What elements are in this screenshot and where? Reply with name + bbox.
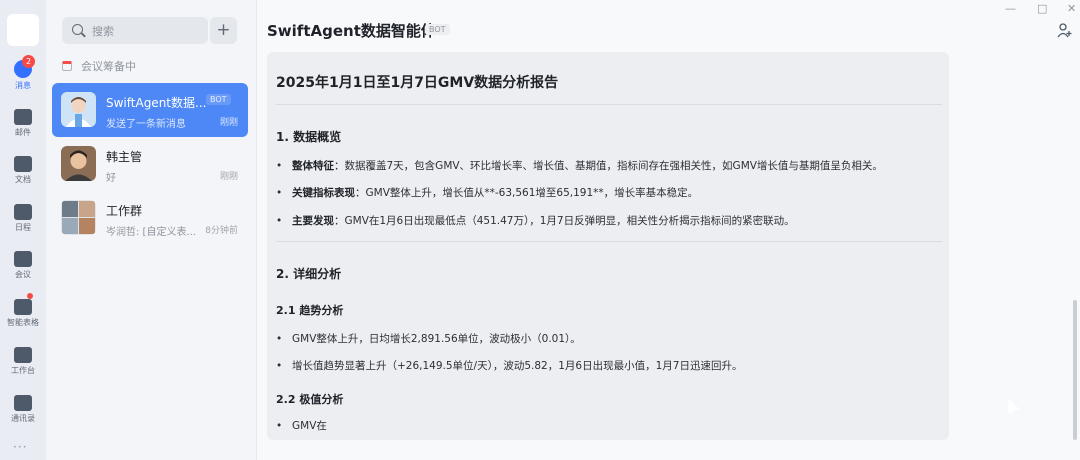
report-message-card: 2025年1月1日至1月7日GMV数据分析报告 1. 数据概览 整体特征：数据覆… (267, 52, 949, 440)
calendar-icon (62, 61, 72, 71)
bot-avatar (61, 92, 96, 127)
bullet-item: 增长值趋势显著上升（+26,149.5单位/天），波动5.82，1月6日出现最小… (276, 358, 742, 373)
maximize-button[interactable]: □ (1037, 2, 1047, 15)
subsection-heading: 2.2 极值分析 (276, 393, 344, 406)
more-icon[interactable]: ··· (13, 440, 27, 454)
bullet-item: 关键指标表现：GMV整体上升，增长值从**-63,561增至65,191**，增… (276, 185, 698, 200)
conversation-item-manager[interactable]: 韩主管 好 刚刚 (52, 137, 248, 191)
bullet-item: GMV在 (276, 418, 327, 433)
conversation-time: 刚刚 (219, 118, 238, 128)
left-nav-rail: 消息 2 邮件 文档 日程 会议 智能表格 工作台 通讯录 ··· (0, 0, 46, 460)
bullet-item: 主要发现：GMV在1月6日出现最低点（451.47万），1月7日反弹明显，相关性… (276, 213, 795, 228)
nav-calendar[interactable]: 日程 (0, 204, 46, 233)
divider (276, 104, 942, 105)
nav-docs-label: 文档 (15, 175, 31, 184)
nav-smart-table-label: 智能表格 (7, 318, 39, 327)
minimize-button[interactable]: — (1005, 2, 1016, 15)
conversation-list-panel: 搜索 + 会议筹备中 SwiftAgent数据... BOT 发送了一条新消息 … (46, 0, 256, 460)
conversation-name: 工作群 (106, 204, 143, 218)
nav-meeting[interactable]: 会议 (0, 251, 46, 280)
person-avatar (61, 146, 96, 181)
conversation-last-message: 好 (106, 173, 116, 184)
user-avatar[interactable] (7, 14, 39, 46)
scrollbar[interactable] (1073, 300, 1077, 440)
nav-workbench[interactable]: 工作台 (0, 347, 46, 376)
conversation-last-message: 岑润哲: [自定义表... (106, 227, 196, 238)
meeting-status-row[interactable]: 会议筹备中 (62, 58, 136, 74)
bullet-item: 整体特征：数据覆盖7天，包含GMV、环比增长率、增长值、基期值，指标间存在强相关… (276, 158, 883, 173)
smart-table-notification-dot (27, 293, 33, 299)
nav-contacts[interactable]: 通讯录 (0, 395, 46, 424)
chat-title: SwiftAgent数据智能体 (267, 22, 436, 40)
nav-meeting-label: 会议 (15, 270, 31, 279)
conversation-item-swiftagent[interactable]: SwiftAgent数据... BOT 发送了一条新消息 刚刚 (52, 83, 248, 137)
section-heading: 1. 数据概览 (276, 130, 342, 144)
search-placeholder: 搜索 (92, 25, 114, 38)
calendar-icon (14, 204, 32, 220)
bot-tag: BOT (425, 24, 450, 35)
search-icon (72, 24, 83, 35)
nav-workbench-label: 工作台 (11, 366, 35, 375)
chat-main-panel: SwiftAgent数据智能体 BOT — □ ✕ 2025年1月1日至1月7日… (256, 0, 1080, 460)
nav-docs[interactable]: 文档 (0, 156, 46, 185)
smart-table-icon (14, 299, 32, 315)
group-avatar (61, 200, 96, 235)
report-title: 2025年1月1日至1月7日GMV数据分析报告 (276, 75, 559, 91)
mouse-cursor-icon (1002, 396, 1020, 414)
document-icon (14, 156, 32, 172)
nav-calendar-label: 日程 (15, 223, 31, 232)
bot-tag: BOT (206, 94, 231, 105)
divider (276, 241, 942, 242)
search-input[interactable]: 搜索 (62, 17, 208, 44)
nav-mail[interactable]: 邮件 (0, 109, 46, 138)
bullet-item: GMV整体上升，日均增长2,891.56单位，波动极小（0.01）。 (276, 331, 581, 346)
conversation-last-message: 发送了一条新消息 (106, 119, 186, 130)
add-member-icon[interactable] (1057, 22, 1073, 38)
nav-mail-label: 邮件 (15, 128, 31, 137)
close-button[interactable]: ✕ (1067, 2, 1076, 15)
conversation-item-workgroup[interactable]: 工作群 岑润哲: [自定义表... 8分钟前 (52, 191, 248, 245)
add-button[interactable]: + (210, 17, 237, 44)
mail-icon (14, 109, 32, 125)
workbench-grid-icon (14, 347, 32, 363)
nav-messages-label: 消息 (15, 81, 31, 90)
video-meeting-icon (14, 251, 32, 267)
contacts-org-icon (14, 395, 32, 411)
conversation-time: 8分钟前 (205, 226, 238, 236)
meeting-status-text: 会议筹备中 (81, 60, 136, 73)
conversation-time: 刚刚 (219, 172, 238, 182)
nav-smart-table[interactable]: 智能表格 (0, 299, 46, 328)
conversation-name: SwiftAgent数据... (106, 96, 207, 110)
unread-badge: 2 (22, 55, 35, 68)
section-heading: 2. 详细分析 (276, 267, 342, 281)
conversation-name: 韩主管 (106, 150, 143, 164)
nav-contacts-label: 通讯录 (11, 414, 35, 423)
subsection-heading: 2.1 趋势分析 (276, 304, 344, 317)
